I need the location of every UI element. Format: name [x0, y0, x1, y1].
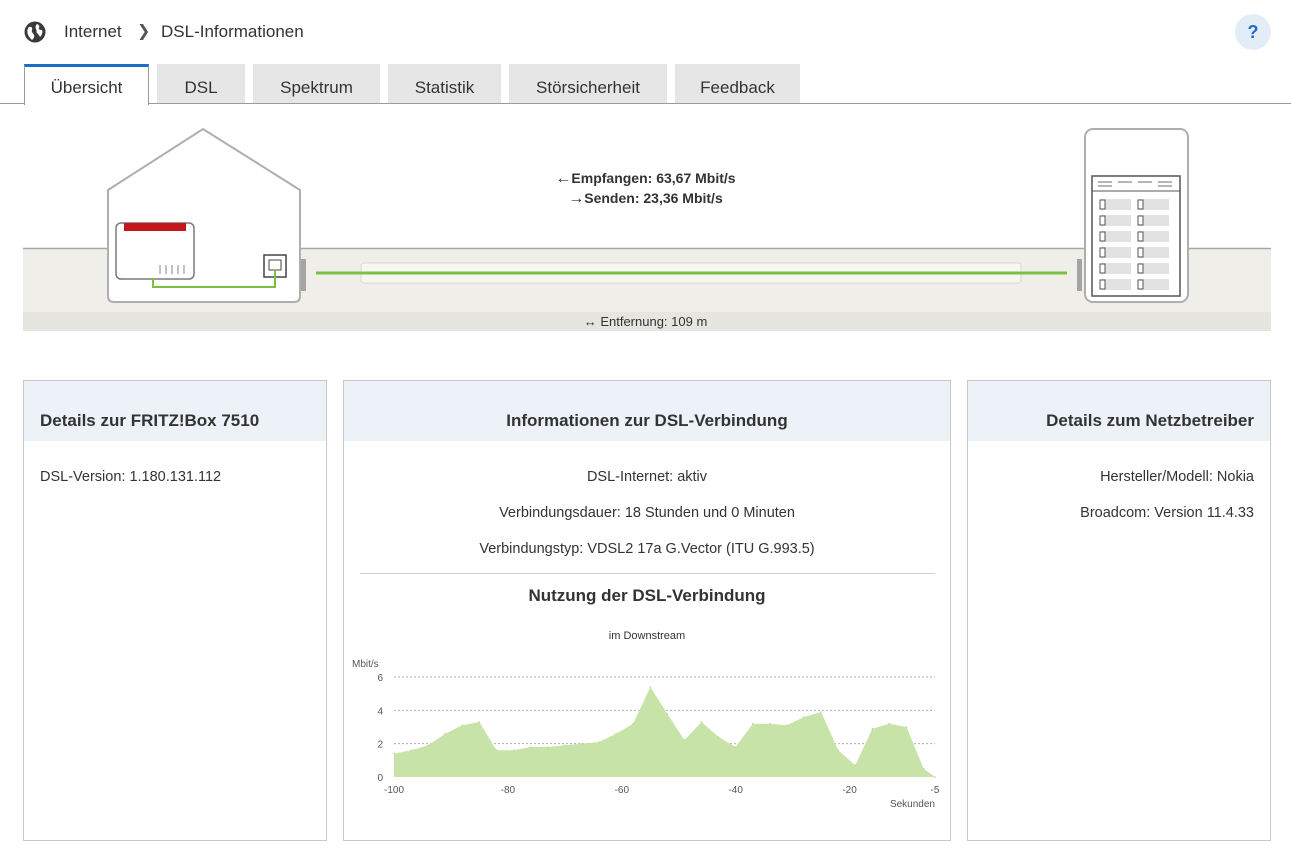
y-tick-label: 4	[377, 706, 383, 717]
data-point	[934, 776, 936, 778]
data-point	[461, 724, 464, 727]
tab-feedback[interactable]: Feedback	[675, 64, 800, 103]
y-tick-label: 2	[377, 740, 383, 751]
data-point	[410, 749, 412, 752]
breadcrumb-dsl-informationen: DSL-Informationen	[161, 22, 304, 41]
y-tick-label: 0	[377, 773, 383, 784]
data-point	[717, 736, 720, 738]
router-accent	[124, 223, 186, 231]
data-point	[854, 764, 857, 767]
usage-title: Nutzung der DSL-Verbindung	[528, 586, 766, 605]
tab-uebersicht[interactable]: Übersicht	[24, 64, 149, 105]
downstream-usage-chart: 0 2 4 6 -100 -80 -60 -40 -20 -5 Mbit/s Sekunden	[352, 659, 940, 810]
x-tick-label: -20	[842, 785, 857, 796]
data-point	[666, 712, 669, 715]
provider-details-title: Details zum Netzbetreiber	[968, 381, 1270, 441]
dsl-info-title: Informationen zur DSL-Verbindung	[344, 381, 950, 441]
data-point	[820, 711, 822, 713]
data-point	[529, 746, 532, 748]
breadcrumb-internet[interactable]: Internet	[64, 20, 122, 44]
tab-bar: Übersicht DSL Spektrum Statistik Störsic…	[0, 64, 1291, 105]
receive-rate: ←Empfangen: 63,67 Mbit/s	[0, 170, 1291, 188]
distance-label: ↔ Entfernung: 109 m	[0, 314, 1291, 329]
data-point	[700, 721, 703, 723]
usage-subtitle: im Downstream	[608, 630, 686, 642]
data-point	[683, 739, 686, 742]
downstream-series-area	[394, 687, 935, 777]
arrow-right-icon: →	[568, 190, 585, 207]
data-point	[888, 722, 891, 725]
line-plug-left	[301, 259, 306, 291]
line-plug-right	[1077, 259, 1082, 291]
globe-icon	[24, 21, 46, 43]
y-tick-label: 6	[377, 673, 383, 684]
y-axis-label: Mbit/s	[352, 659, 379, 670]
data-point	[922, 767, 925, 770]
divider	[360, 573, 935, 574]
x-tick-label: -5	[931, 785, 940, 796]
data-point	[734, 746, 737, 748]
data-point	[564, 744, 566, 747]
connection-diagram	[23, 127, 1271, 331]
connection-type: Verbindungstyp: VDSL2 17a G.Vector (ITU …	[479, 541, 815, 557]
provider-broadcom: Broadcom: Version 11.4.33	[1080, 505, 1254, 521]
distance-text: Entfernung: 109 m	[600, 314, 708, 329]
tab-statistik[interactable]: Statistik	[388, 64, 501, 103]
x-axis-label: Sekunden	[890, 799, 935, 810]
tab-dsl[interactable]: DSL	[157, 64, 245, 103]
send-rate: →Senden: 23,36 Mbit/s	[0, 190, 1291, 208]
top-bar: Internet ❯ DSL-Informationen ?	[0, 0, 1291, 64]
data-point	[786, 724, 788, 727]
connection-duration: Verbindungsdauer: 18 Stunden und 0 Minut…	[499, 505, 795, 521]
dsl-version: DSL-Version: 1.180.131.112	[40, 469, 222, 485]
dsl-internet-status: DSL-Internet: aktiv	[586, 469, 708, 485]
tab-stoersicherheit[interactable]: Störsicherheit	[509, 64, 667, 103]
data-point	[905, 726, 908, 728]
x-tick-label: -100	[384, 785, 404, 796]
data-point	[478, 721, 481, 723]
data-point	[752, 722, 754, 725]
chevron-right-icon: ❯	[137, 23, 151, 40]
data-point	[769, 722, 771, 725]
router-icon	[115, 222, 195, 280]
data-point	[444, 732, 447, 735]
fritzbox-details-panel: Details zur FRITZ!Box 7510 DSL-Version: …	[23, 380, 327, 841]
data-point	[803, 716, 805, 718]
data-point	[837, 749, 839, 752]
data-point	[598, 741, 600, 743]
arrow-left-icon: ←	[555, 170, 572, 187]
data-point	[615, 732, 617, 735]
help-button[interactable]: ?	[1235, 14, 1271, 50]
data-point	[512, 749, 515, 752]
provider-details-panel: Details zum Netzbetreiber Hersteller/Mod…	[967, 380, 1271, 841]
send-rate-text: Senden: 23,36 Mbit/s	[584, 190, 723, 206]
provider-model: Hersteller/Modell: Nokia	[1100, 469, 1254, 485]
data-point	[427, 744, 429, 747]
x-tick-label: -60	[615, 785, 630, 796]
data-point	[581, 742, 583, 745]
data-point	[871, 727, 874, 730]
x-tick-label: -40	[728, 785, 743, 796]
data-point	[495, 749, 498, 752]
arrow-left-right-icon: ↔	[583, 314, 597, 329]
data-point	[393, 752, 395, 755]
tab-spektrum[interactable]: Spektrum	[253, 64, 380, 103]
receive-rate-text: Empfangen: 63,67 Mbit/s	[571, 170, 736, 186]
x-tick-label: -80	[501, 785, 516, 796]
data-point	[649, 686, 652, 688]
fritzbox-details-title: Details zur FRITZ!Box 7510	[24, 381, 326, 441]
data-point	[547, 746, 549, 748]
data-point	[632, 722, 634, 725]
